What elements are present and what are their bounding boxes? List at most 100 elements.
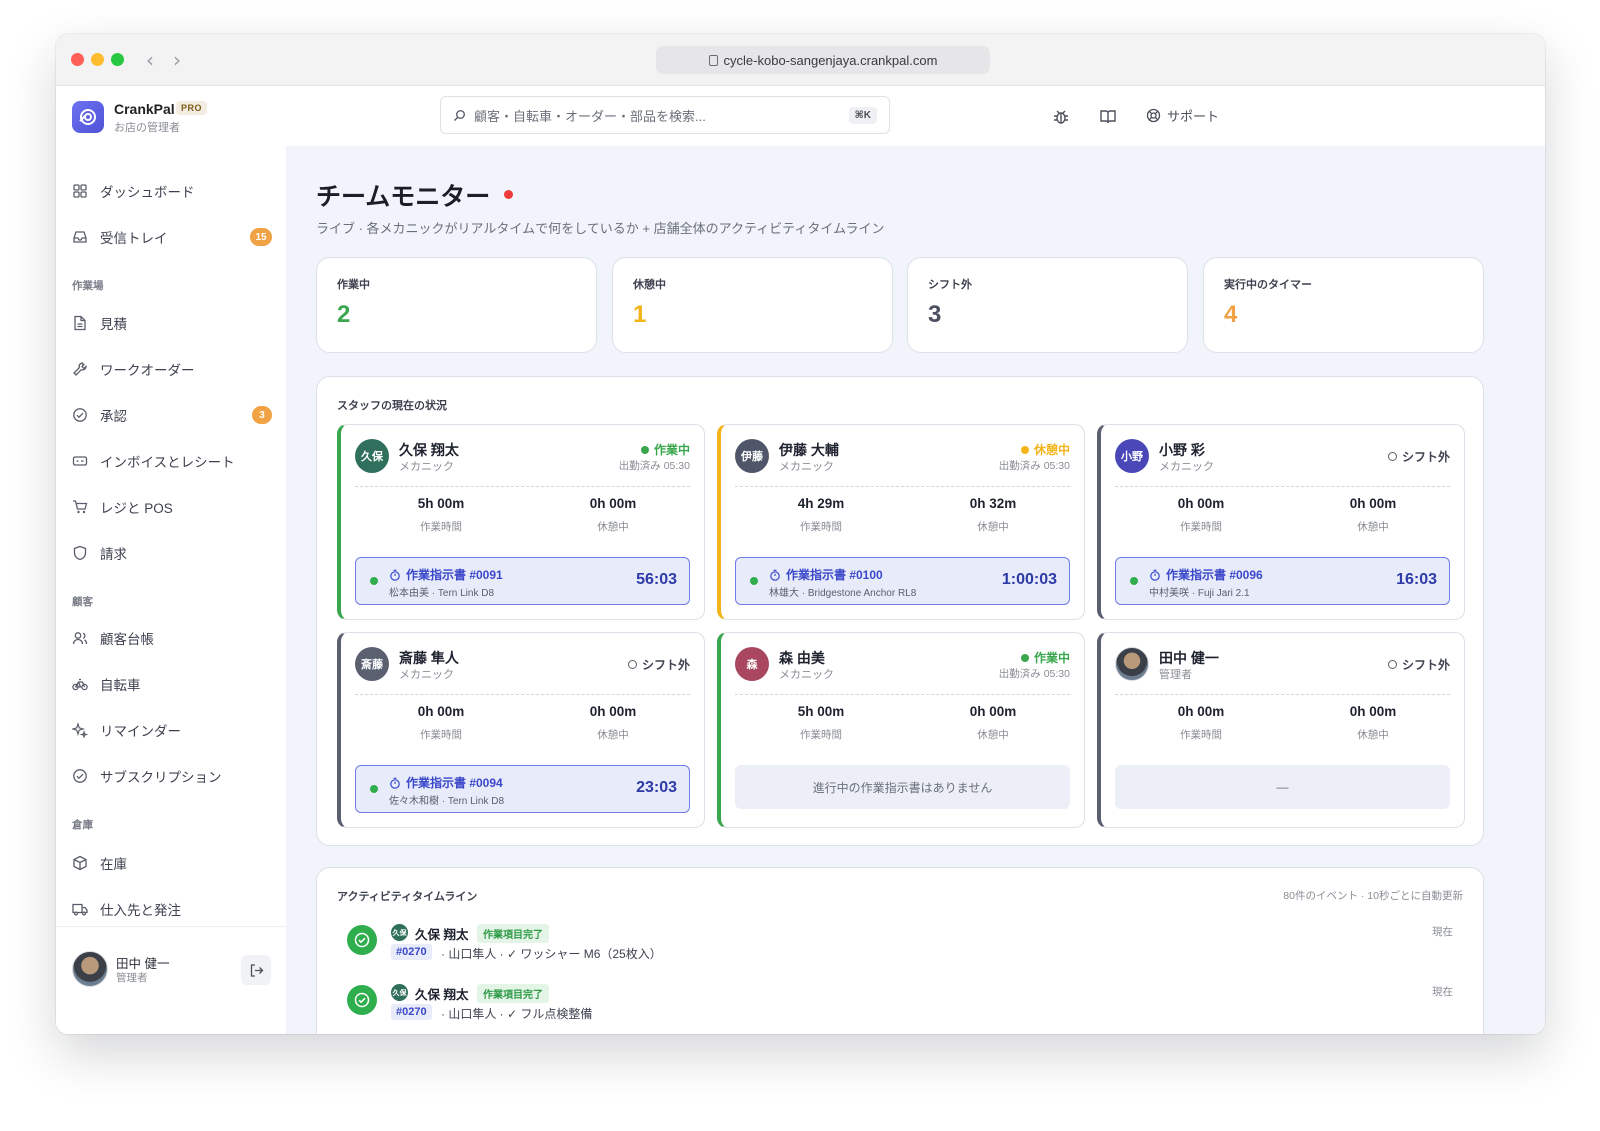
staff-card[interactable]: 田中 健一 管理者 シフト外 0h 00m 作業時間 0h 00m 休憩中 — [1097,632,1465,828]
sidebar-item-bikes[interactable]: 自転車 [72,672,272,696]
staff-card[interactable]: 久保 久保 翔太 メカニック 作業中 出勤済み 05:30 5h 00m 作業時間 0h 00… [337,424,705,620]
event-work-order-link[interactable]: #0270 [391,1004,432,1020]
check-circle-icon [73,408,87,422]
sidebar-item-reminders[interactable]: リマインダー [72,718,272,742]
break-time-metric: 0h 00m 休憩中 [527,704,699,742]
maximize-window-button[interactable] [111,53,124,66]
inbox-count-badge: 15 [250,228,272,246]
staff-name: 森 由美 [779,650,825,666]
search-input[interactable]: 顧客・自転車・オーダー・部品を検索... [474,106,841,125]
event-work-order-link[interactable]: #0270 [391,944,432,960]
logout-button[interactable] [241,955,271,985]
bug-icon[interactable] [1052,108,1070,126]
work-order-number: 作業指示書 #0091 [406,568,503,582]
sidebar-item-work-orders[interactable]: ワークオーダー [72,357,272,381]
sidebar-item-subscriptions[interactable]: サブスクリプション [72,764,272,788]
kpi-label: シフト外 [928,279,972,291]
kpi-label: 休憩中 [633,279,666,291]
brand-logo-icon[interactable] [72,101,104,133]
work-time-metric: 0h 00m 作業時間 [1115,704,1287,742]
work-order-detail: 松本由美 · Tern Link D8 [389,588,495,599]
lifebuoy-icon [1146,108,1161,123]
divider [735,486,1070,487]
work-order-detail: 佐々木和樹 · Tern Link D8 [389,796,505,807]
user-role: 管理者 [116,972,148,984]
brand-name: CrankPal [114,101,175,117]
status-badge: シフト外 [1387,656,1450,673]
sidebar-item-customers[interactable]: 顧客台帳 [72,626,272,650]
back-arrow-icon[interactable]: ‹ [146,48,154,72]
no-work-order: 進行中の作業指示書はありません [735,765,1070,809]
forward-arrow-icon[interactable]: › [173,48,181,72]
stopwatch-icon [770,569,780,581]
active-work-order[interactable]: 作業指示書 #0096 中村美咲 · Fuji Jari 2.1 16:03 [1115,557,1450,605]
sidebar-item-billing[interactable]: 請求 [72,541,272,565]
work-order-number: 作業指示書 #0094 [406,776,503,790]
truck-icon [72,903,88,916]
staff-card[interactable]: 小野 小野 彩メカニック シフト外 0h 00m 作業時間 0h 00m 休憩中 作業指示書 … [1097,424,1465,620]
work-time-metric: 4h 29m 作業時間 [735,496,907,534]
staff-card[interactable]: 森森 由美 メカニック 作業中 出勤済み 05:30 5h 00m 作業時間 0h 00m 休… [717,632,1085,828]
avatar: 久保 [355,439,389,473]
sidebar-item-inventory[interactable]: 在庫 [72,851,272,875]
minimize-window-button[interactable] [91,53,104,66]
sidebar-item-pos[interactable]: レジと POS [72,495,272,519]
active-work-order[interactable]: 作業指示書 #0094 佐々木和樹 · Tern Link D8 23:03 [355,765,690,813]
sidebar-item-approvals[interactable]: 承認 3 [72,403,272,427]
work-order-title: 作業指示書 #0091 [389,566,503,583]
work-time-metric: 0h 00m 作業時間 [1115,496,1287,534]
support-button[interactable]: サポート [1146,106,1219,125]
staff-card[interactable]: 伊藤 伊藤 大輔 メカニック 休憩中 出勤済み 05:30 4h 29m 作業時間 0h 32… [717,424,1085,620]
sidebar-item-invoices[interactable]: インボイスとレシート [72,449,272,473]
off-shift-icon [1387,452,1397,461]
app-header: CrankPal PRO お店の管理者 顧客・自転車・オーダー・部品を検索...… [56,86,1545,146]
work-order-number: 作業指示書 #0096 [1166,568,1263,582]
sidebar-item-suppliers[interactable]: 仕入先と発注 [72,897,272,921]
work-time-value: 0h 00m [1177,496,1225,511]
sidebar-item-label: 請求 [100,547,127,562]
work-order-detail: 林雄大 · Bridgestone Anchor RL8 [769,588,917,599]
sidebar-item-label: 承認 [100,409,127,424]
staff-role: メカニック [399,669,454,681]
event-actor[interactable]: 久保 翔太 [415,924,468,943]
event-actor[interactable]: 久保 翔太 [415,984,468,1003]
active-work-order[interactable]: 作業指示書 #0100 林雄大 · Bridgestone Anchor RL8 1… [735,557,1070,605]
work-time-value: 0h 00m [1177,704,1225,719]
event-time: 現在 [1432,926,1453,938]
close-window-button[interactable] [71,53,84,66]
work-order-timer: 1:00:03 [1001,571,1057,588]
staff-role: メカニック [779,461,834,473]
sidebar-item-estimates[interactable]: 見積 [72,311,272,335]
sidebar-item-label: 見積 [100,317,127,332]
sidebar-item-inbox[interactable]: 受信トレイ 15 [72,225,272,249]
sidebar-item-label: 顧客台帳 [100,632,154,647]
work-order-title: 作業指示書 #0096 [1149,566,1263,583]
active-work-order[interactable]: 作業指示書 #0091 松本由美 · Tern Link D8 56:03 [355,557,690,605]
panel-title: スタッフの現在の状況 [337,400,447,412]
brand-subtitle: お店の管理者 [114,122,180,134]
avatar[interactable] [72,951,108,987]
staff-role: メカニック [1159,461,1214,473]
receipt-icon [72,456,88,466]
kpi-value: 2 [337,301,351,328]
work-time-value: 0h 00m [417,704,465,719]
book-icon[interactable] [1099,108,1117,126]
global-search[interactable]: 顧客・自転車・オーダー・部品を検索... ⌘K [440,96,890,134]
stopwatch-icon [390,569,400,581]
break-time-metric: 0h 00m 休憩中 [907,704,1079,742]
live-indicator [504,190,513,199]
running-dot-icon [370,785,378,793]
staff-card[interactable]: 斎藤 斎藤 隼人 メカニック シフト外 0h 00m 作業時間 0h 00m 休憩中 作業指示書… [337,632,705,828]
avatar: 斎藤 [355,647,389,681]
kpi-running-timers: 実行中のタイマー 4 [1203,257,1484,353]
sidebar-item-label: レジと POS [100,501,173,516]
sidebar-item-dashboard[interactable]: ダッシュボード [72,179,272,203]
inbox-icon [73,231,87,243]
status-badge: 作業中 [1020,649,1070,666]
event-avatar: 久保 [391,984,408,1001]
support-label: サポート [1167,109,1220,124]
staff-role: 管理者 [1159,669,1192,681]
break-time-metric: 0h 00m 休憩中 [1287,496,1459,534]
wrench-icon [73,362,87,376]
url-bar[interactable]: cycle-kobo-sangenjaya.crankpal.com [656,46,990,74]
